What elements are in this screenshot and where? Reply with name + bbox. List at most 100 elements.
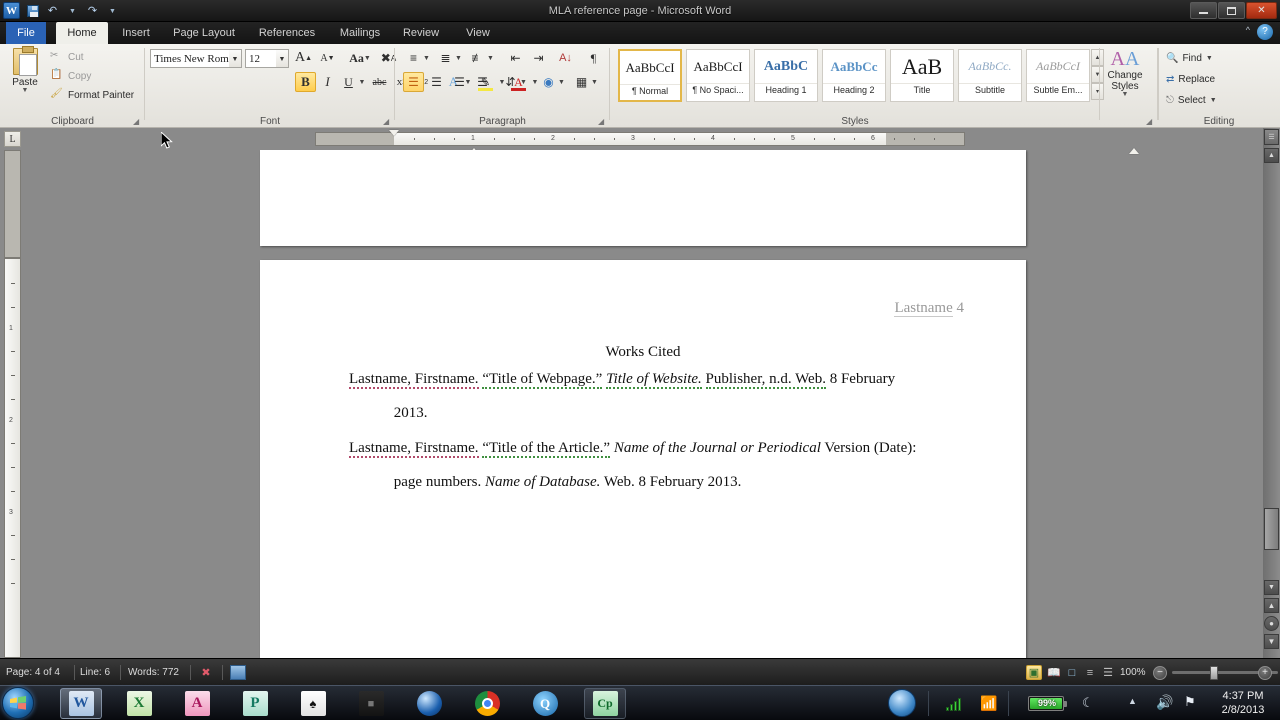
bullets-dropdown-icon[interactable]: ▼ [422, 48, 431, 68]
save-icon[interactable] [24, 3, 41, 19]
copy-button[interactable]: 📋 Copy [50, 68, 91, 84]
style-title[interactable]: AaB Title [890, 49, 954, 102]
status-line[interactable]: Line: 6 [80, 659, 110, 686]
paste-dropdown-icon[interactable]: ▼ [8, 87, 42, 94]
tab-file[interactable]: File [6, 22, 46, 44]
font-dialog-launcher-icon[interactable]: ◢ [383, 117, 392, 126]
scroll-down-icon[interactable]: ▼ [1264, 580, 1279, 595]
tab-home[interactable]: Home [56, 22, 108, 44]
grow-font-button[interactable]: A ▲ [293, 48, 314, 68]
taskbar-item-google-earth[interactable] [408, 688, 450, 719]
moon-icon[interactable]: ☾ [1082, 695, 1094, 711]
speaker-icon[interactable]: 🔊 [1156, 694, 1173, 711]
word-logo-icon[interactable]: W [3, 2, 20, 19]
sort-button[interactable]: A↓ [555, 48, 576, 68]
font-name-combo[interactable]: Times New Rom ▼ [150, 49, 242, 68]
help-icon[interactable]: ? [1257, 24, 1273, 40]
taskbar-item-word[interactable]: W [60, 688, 102, 719]
start-button[interactable] [2, 687, 34, 719]
view-full-screen-reading-button[interactable]: 📖 [1046, 665, 1062, 680]
align-left-button[interactable]: ☰ [403, 72, 424, 92]
collapse-ribbon-icon[interactable]: ^ [1246, 25, 1250, 35]
tab-references[interactable]: References [250, 22, 324, 44]
shading-dropdown-icon[interactable]: ▼ [557, 72, 566, 92]
tab-review[interactable]: Review [396, 22, 446, 44]
borders-dropdown-icon[interactable]: ▼ [590, 72, 599, 92]
replace-button[interactable]: ⇄ Replace [1166, 71, 1215, 88]
proofing-errors-icon[interactable]: ✖ [198, 665, 214, 680]
view-draft-button[interactable]: ☰ [1100, 665, 1116, 680]
underline-button[interactable]: U [338, 72, 359, 92]
status-page[interactable]: Page: 4 of 4 [6, 659, 60, 686]
taskbar-item-solitaire[interactable]: ♠ [292, 688, 334, 719]
style-heading-1[interactable]: AaBbC Heading 1 [754, 49, 818, 102]
style-no-spacing[interactable]: AaBbCcI ¶ No Spaci... [686, 49, 750, 102]
paragraph-dialog-launcher-icon[interactable]: ◢ [598, 117, 607, 126]
scrollbar-thumb[interactable] [1264, 508, 1279, 550]
split-window-icon[interactable]: ☰ [1264, 129, 1279, 145]
styles-dialog-launcher-icon[interactable]: ◢ [1146, 117, 1155, 126]
scroll-up-icon[interactable]: ▲ [1264, 148, 1279, 163]
redo-icon[interactable]: ↷ [84, 3, 101, 19]
multilevel-list-button[interactable]: ≢ [467, 48, 488, 68]
borders-button[interactable]: ▦ [571, 72, 592, 92]
justify-button[interactable]: ☰ [472, 72, 493, 92]
align-center-button[interactable]: ☰ [426, 72, 447, 92]
find-dropdown-icon[interactable]: ▼ [1206, 55, 1213, 62]
tab-insert[interactable]: Insert [115, 22, 157, 44]
clipboard-dialog-launcher-icon[interactable]: ◢ [133, 117, 142, 126]
zoom-level[interactable]: 100% [1120, 659, 1146, 686]
first-line-indent-marker[interactable] [389, 130, 399, 136]
horizontal-ruler[interactable]: 1 2 3 4 5 6 [315, 132, 965, 146]
undo-icon[interactable]: ↶ [44, 3, 61, 19]
zoom-out-button[interactable]: − [1153, 666, 1167, 680]
select-dropdown-icon[interactable]: ▼ [1210, 97, 1217, 104]
style-normal[interactable]: AaBbCcI ¶ Normal [618, 49, 682, 102]
change-styles-button[interactable]: AA Change Styles ▼ [1103, 48, 1147, 98]
find-button[interactable]: 🔍 Find ▼ [1166, 50, 1213, 67]
multilevel-dropdown-icon[interactable]: ▼ [486, 48, 495, 68]
citation-entry-1[interactable]: Lastname, Firstname. “Title of Webpage.”… [349, 362, 949, 430]
numbering-dropdown-icon[interactable]: ▼ [454, 48, 463, 68]
font-size-combo[interactable]: 12 ▼ [245, 49, 289, 68]
network-signal-icon[interactable] [946, 698, 961, 711]
style-subtitle[interactable]: AaBbCc. Subtitle [958, 49, 1022, 102]
action-center-flag-icon[interactable]: ⚑ [1184, 694, 1196, 710]
format-painter-button[interactable]: 🖌 Format Painter [50, 87, 134, 103]
select-browse-object-icon[interactable]: ● [1264, 616, 1279, 631]
cut-button[interactable]: ✂ Cut [50, 49, 84, 65]
bullets-button[interactable]: ≡ [403, 48, 424, 68]
style-heading-2[interactable]: AaBbCc Heading 2 [822, 49, 886, 102]
document-header[interactable]: Lastname 4 [894, 300, 964, 317]
italic-button[interactable]: I [317, 72, 338, 92]
select-button[interactable]: ⎋ Select ▼ [1166, 92, 1217, 109]
language-icon[interactable] [230, 665, 246, 680]
align-right-button[interactable]: ☰ [449, 72, 470, 92]
page-3-bottom[interactable] [260, 150, 1026, 246]
taskbar-item-quicktime[interactable]: Q [524, 688, 566, 719]
show-hidden-icons-chevron-icon[interactable]: ▲ [1128, 696, 1137, 706]
numbering-button[interactable]: ≣ [435, 48, 456, 68]
paste-button[interactable]: Paste ▼ [8, 46, 42, 94]
view-print-layout-button[interactable]: ▣ [1026, 665, 1042, 680]
tab-view[interactable]: View [458, 22, 498, 44]
font-name-dropdown-icon[interactable]: ▼ [229, 50, 241, 67]
style-subtle-emphasis[interactable]: AaBbCcI Subtle Em... [1026, 49, 1090, 102]
decrease-indent-button[interactable]: ⇤ [505, 48, 526, 68]
restore-button[interactable] [1218, 2, 1245, 19]
line-spacing-button[interactable]: ⇵ [500, 72, 521, 92]
tab-stop-selector[interactable]: L [4, 131, 21, 147]
font-size-dropdown-icon[interactable]: ▼ [276, 50, 288, 67]
page-4[interactable]: Lastname 4 Works Cited Lastname, Firstna… [260, 260, 1026, 658]
battery-icon[interactable]: 99% [1028, 696, 1067, 711]
next-page-icon[interactable]: ▼ [1264, 634, 1279, 649]
zoom-slider-thumb[interactable] [1210, 666, 1218, 680]
view-outline-button[interactable]: ≡ [1082, 665, 1098, 680]
tab-mailings[interactable]: Mailings [330, 22, 390, 44]
underline-dropdown-icon[interactable]: ▼ [357, 72, 367, 92]
vertical-scrollbar[interactable]: ☰ ▲ ▼ ▲ ● ▼ [1263, 128, 1280, 658]
zoom-in-button[interactable]: + [1258, 666, 1272, 680]
close-button[interactable]: ✕ [1246, 2, 1277, 19]
taskbar-clock[interactable]: 4:37 PM 2/8/2013 [1212, 689, 1274, 717]
view-web-layout-button[interactable]: □ [1064, 665, 1080, 680]
